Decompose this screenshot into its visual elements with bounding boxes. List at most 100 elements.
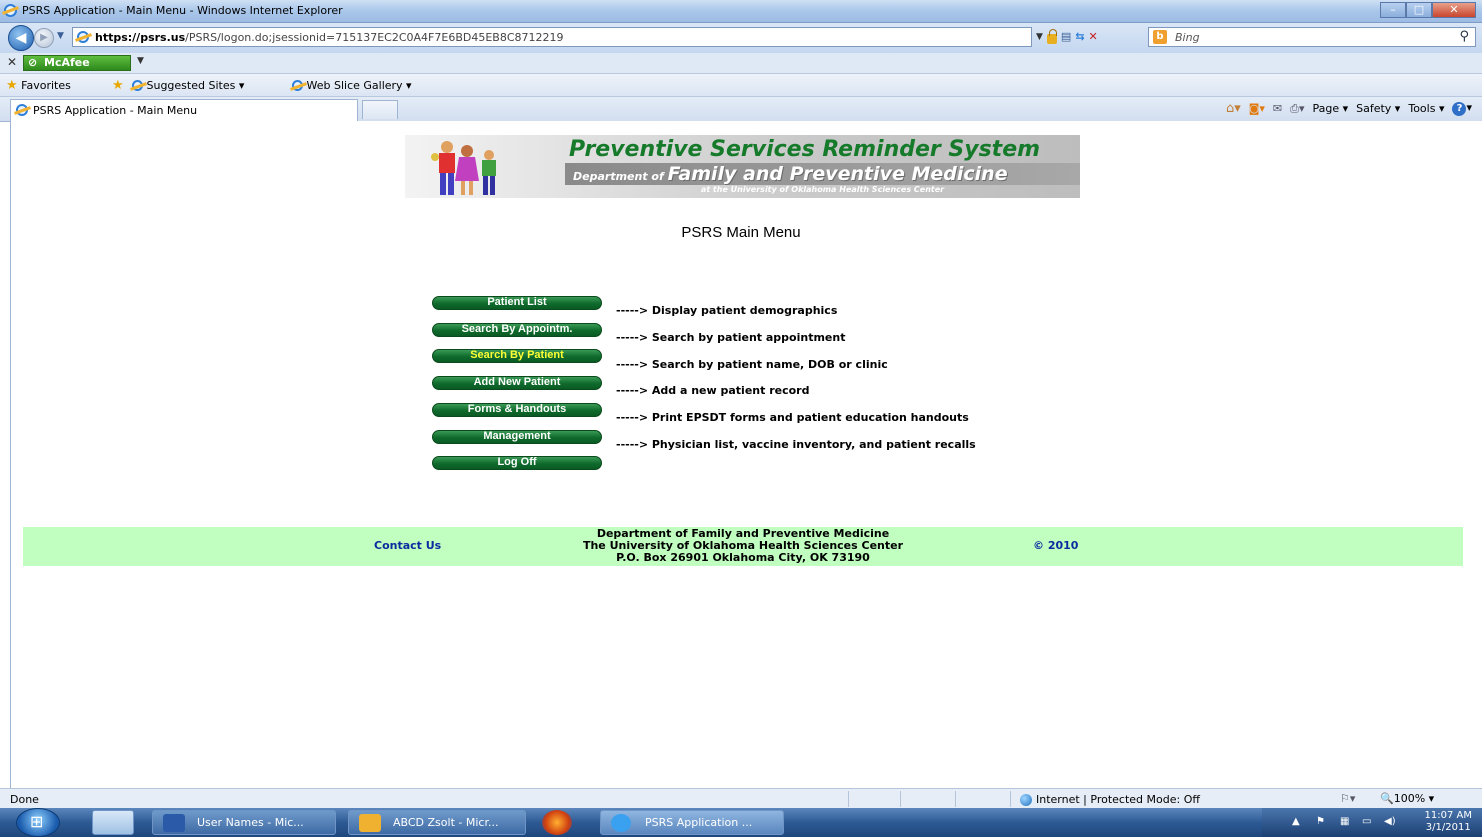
page-menu[interactable]: Page ▾ [1312,102,1348,115]
taskbar-item-label: User Names - Mic... [197,816,304,829]
search-by-appointment-button[interactable]: Search By Appointm. [432,323,602,337]
firefox-icon[interactable] [542,810,572,835]
banner-dept-prefix: Department of [573,170,664,183]
search-by-patient-button[interactable]: Search By Patient [432,349,602,363]
patient-list-button[interactable]: Patient List [432,296,602,310]
forms-handouts-button[interactable]: Forms & Handouts [432,403,602,417]
add-new-patient-description: -----> Add a new patient record [616,384,810,397]
mcafee-toolbar: ✕ McAfee ▼ [0,53,1482,74]
banner-subtitle: at the University of Oklahoma Health Sci… [700,185,945,194]
address-dropdown-icon[interactable]: ▼ [1036,32,1043,42]
ie-taskbar-icon [611,814,631,832]
security-zone-label: Internet | Protected Mode: Off [1036,793,1200,806]
search-box[interactable]: b Bing ⚲ [1148,27,1476,47]
search-by-appointment-description: -----> Search by patient appointment [616,331,846,344]
protected-mode-icon[interactable]: ⚐▾ [1340,792,1355,805]
compatibility-icon[interactable]: ▤ [1061,30,1071,43]
new-tab-button[interactable] [362,100,398,119]
help-menu[interactable]: ? ▾ [1452,101,1472,116]
outlook-icon [359,814,381,832]
ie-icon [132,80,143,91]
forms-handouts-description: -----> Print EPSDT forms and patient edu… [616,411,969,424]
tab-psrs[interactable]: PSRS Application - Main Menu [10,99,358,121]
display-icon[interactable]: ▭ [1362,816,1374,828]
page-title: PSRS Main Menu [681,224,801,241]
add-favorites-icon[interactable]: ★ [112,78,124,93]
suggested-sites-label: Suggested Sites ▾ [146,79,245,92]
clock-date: 3/1/2011 [1425,822,1471,833]
minimize-button[interactable]: – [1380,2,1406,18]
tools-menu[interactable]: Tools ▾ [1408,102,1444,115]
family-logo-icon [431,141,496,195]
word-icon [163,814,185,832]
banner-title: Preventive Services Reminder System [569,137,1041,162]
psrs-banner: Preventive Services Reminder System Depa… [405,135,1080,198]
taskbar-item-ie[interactable]: PSRS Application ... [600,810,784,835]
page-content [10,121,1482,788]
banner-dept: Department of Family and Preventive Medi… [573,163,1008,185]
management-button[interactable]: Management [432,430,602,444]
mcafee-button[interactable]: McAfee [23,55,131,71]
safety-menu[interactable]: Safety ▾ [1356,102,1400,115]
search-placeholder: Bing [1175,31,1200,44]
favorites-star-icon: ★ [6,78,18,93]
taskbar: User Names - Mic... ABCD Zsolt - Micr...… [0,808,1482,837]
search-by-patient-description: -----> Search by patient name, DOB or cl… [616,358,888,371]
taskbar-item-word[interactable]: User Names - Mic... [152,810,336,835]
management-description: -----> Physician list, vaccine inventory… [616,438,976,451]
security-zone[interactable]: Internet | Protected Mode: Off [1020,793,1200,806]
tab-bar: PSRS Application - Main Menu ⌂▾ ◙▾ ✉ ⎙▾ … [0,97,1482,122]
back-button[interactable]: ◀ [8,25,34,51]
system-tray: ▲ ⚑ ▦ ▭ ◀) 11:07 AM 3/1/2011 [1262,808,1482,837]
taskbar-item-outlook[interactable]: ABCD Zsolt - Micr... [348,810,526,835]
address-tools: ▼ ▤ ⇆ ✕ [1036,28,1098,44]
toolbar-close-icon[interactable]: ✕ [7,55,17,69]
status-divider [1010,791,1011,807]
web-slice-link[interactable]: Web Slice Gallery ▾ [292,78,412,92]
clock[interactable]: 11:07 AM 3/1/2011 [1425,810,1472,834]
network-icon[interactable]: ▦ [1340,816,1352,828]
contact-us-link[interactable]: Contact Us [374,539,441,552]
clock-time: 11:07 AM [1424,810,1472,821]
show-desktop-icon[interactable] [92,810,134,835]
status-divider [955,791,956,807]
log-off-button[interactable]: Log Off [432,456,602,470]
url-host: https://psrs.us [95,31,186,44]
window-controls: – □ ✕ [1380,2,1476,18]
home-icon[interactable]: ⌂▾ [1226,101,1241,116]
show-hidden-icons[interactable]: ▲ [1292,816,1304,828]
add-new-patient-button[interactable]: Add New Patient [432,376,602,390]
close-button[interactable]: ✕ [1432,2,1476,18]
globe-icon [1020,794,1032,806]
status-bar: Done Internet | Protected Mode: Off ⚐▾ 🔍… [0,788,1482,809]
maximize-button[interactable]: □ [1406,2,1432,18]
address-bar[interactable]: https://psrs.us/PSRS/logon.do;jsessionid… [72,27,1032,47]
volume-icon[interactable]: ◀) [1384,816,1396,828]
tab-page-icon [16,104,28,116]
favorites-button[interactable]: ★ Favorites [6,78,71,93]
command-bar: ⌂▾ ◙▾ ✉ ⎙▾ Page ▾ Safety ▾ Tools ▾ ? ▾ [1226,101,1472,116]
feeds-icon[interactable]: ◙▾ [1249,102,1265,115]
status-divider [900,791,901,807]
zoom-control[interactable]: 🔍100% ▾ [1380,792,1434,805]
refresh-icon[interactable]: ⇆ [1075,30,1084,43]
page-footer: Contact Us Department of Family and Prev… [23,527,1463,566]
mail-icon[interactable]: ✉ [1273,102,1282,115]
print-icon[interactable]: ⎙▾ [1290,102,1304,116]
start-button[interactable] [16,808,60,837]
action-center-icon[interactable]: ⚑ [1316,816,1328,828]
recent-pages-dropdown[interactable]: ▼ [57,31,64,41]
patient-list-description: -----> Display patient demographics [616,304,838,317]
taskbar-item-label: ABCD Zsolt - Micr... [393,816,499,829]
stop-icon[interactable]: ✕ [1089,30,1098,43]
favorites-label: Favorites [21,79,71,92]
zoom-level: 100% [1393,792,1426,805]
url-path: /PSRS/logon.do;jsessionid=715137EC2C0A4F… [185,31,564,44]
favorites-bar: ★ Favorites ★ Suggested Sites ▾ Web Slic… [0,74,1482,97]
taskbar-item-label: PSRS Application ... [645,816,753,829]
suggested-sites-link[interactable]: Suggested Sites ▾ [132,78,244,92]
search-icon[interactable]: ⚲ [1459,29,1469,44]
lock-icon[interactable] [1046,28,1057,44]
mcafee-dropdown-icon[interactable]: ▼ [137,56,144,66]
forward-button[interactable]: ▶ [34,28,54,48]
